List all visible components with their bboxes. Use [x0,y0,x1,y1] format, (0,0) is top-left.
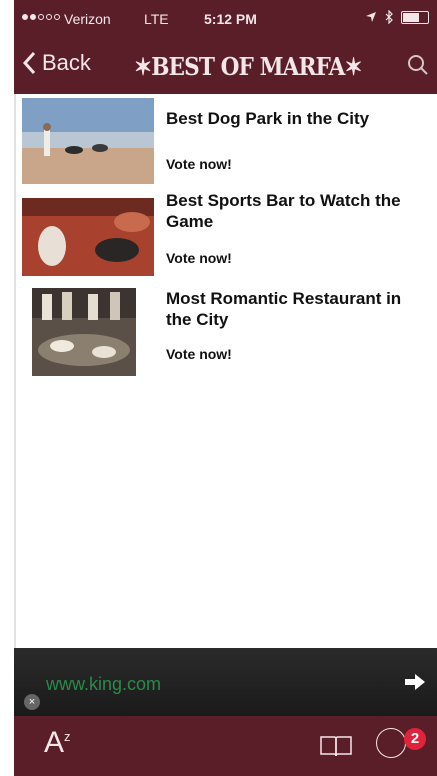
status-time: 5:12 PM [204,11,257,27]
arrow-right-icon[interactable] [403,672,427,692]
az-superscript: z [64,729,71,744]
ad-url[interactable]: www.king.com [46,674,161,695]
app-title: ✶BEST OF MARFA✶ [134,52,363,81]
back-button[interactable]: Back [22,50,91,76]
az-letter: A [44,726,65,759]
sports-bar-thumbnail [22,198,154,284]
item-title: Best Dog Park in the City [166,109,370,128]
az-index-button[interactable]: Az [44,726,71,760]
network-label: LTE [144,11,169,27]
battery-icon [401,10,429,24]
book-icon[interactable] [319,734,353,758]
vote-now-link[interactable]: Vote now! [166,346,232,362]
bluetooth-icon [385,10,393,24]
item-title: Most Romantic Restaurant in the City [166,289,402,329]
chevron-left-icon [22,51,36,75]
ad-banner[interactable]: www.king.com × [14,648,437,716]
ad-close-button[interactable]: × [24,694,40,710]
notification-badge: 2 [404,728,426,750]
chat-bubble-icon[interactable] [376,728,406,758]
restaurant-thumbnail [32,288,136,376]
search-icon[interactable] [407,54,429,76]
list-item[interactable]: Best Dog Park in the City Vote now! [16,94,437,190]
dog-park-thumbnail [22,98,154,184]
app-screen: Verizon LTE 5:12 PM Back ✶BEST OF MARFA✶ [14,0,437,776]
list-item[interactable]: Best Sports Bar to Watch the Game Vote n… [16,190,437,286]
status-bar: Verizon LTE 5:12 PM [14,0,437,40]
item-title: Best Sports Bar to Watch the Game [166,191,401,231]
navigation-bar: Back ✶BEST OF MARFA✶ [14,40,437,94]
list-item[interactable]: Most Romantic Restaurant in the City Vot… [16,286,437,382]
back-button-label: Back [42,50,91,75]
vote-now-link[interactable]: Vote now! [166,156,232,172]
category-list: Best Dog Park in the City Vote now! Best… [14,94,437,648]
vote-now-link[interactable]: Vote now! [166,250,232,266]
signal-strength-icon [22,14,60,20]
location-icon [366,12,376,22]
bottom-toolbar: Az 2 [14,716,437,776]
carrier-label: Verizon [64,11,111,27]
